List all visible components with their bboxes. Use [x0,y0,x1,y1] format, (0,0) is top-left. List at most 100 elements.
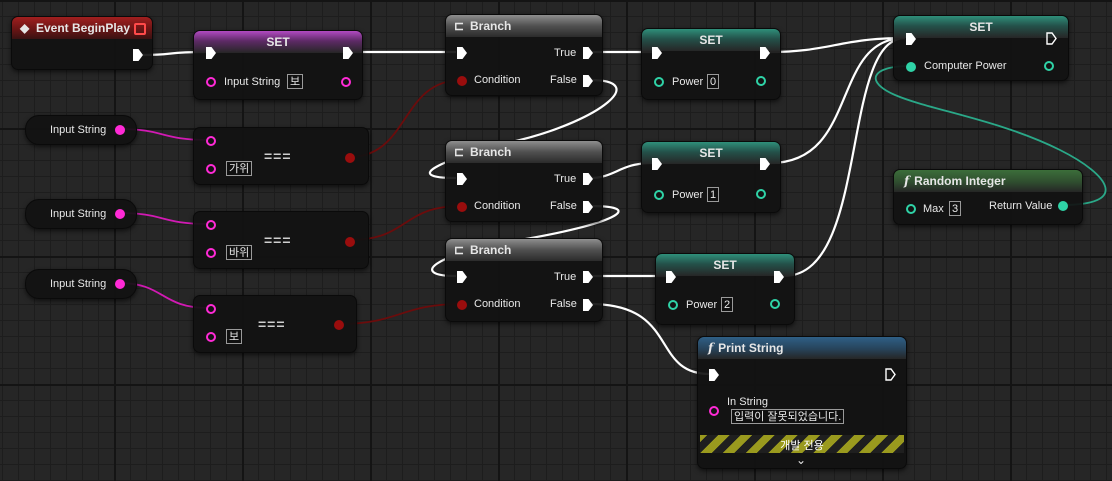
power-value-field[interactable]: 1 [707,187,720,202]
set-power-node[interactable]: SET Power 2 [655,253,795,325]
string-out-pin-icon[interactable] [341,77,351,87]
set-header: SET [894,16,1068,38]
branch-icon: ⊏ [454,145,465,159]
event-diamond-icon: ◆ [20,21,30,35]
int-in-pin-icon[interactable] [668,300,678,310]
string-in-pin-icon[interactable] [206,220,216,230]
string-in-pin-icon[interactable] [206,248,216,258]
print-string-node[interactable]: f Print String In String 입력이 잘못되었습니다. 개발 … [697,336,907,469]
int-out-pin-icon[interactable] [1044,61,1054,71]
function-header: f Random Integer [894,170,1082,192]
int-in-pin-icon[interactable] [654,77,664,87]
false-label: False [550,298,577,310]
event-beginplay-node[interactable]: ◆ Event BeginPlay [11,16,153,70]
exec-wire [769,36,906,165]
in-string-field[interactable]: 입력이 잘못되었습니다. [731,409,845,424]
int-out-pin-icon[interactable] [770,299,780,309]
string-in-pin-icon[interactable] [206,304,216,314]
function-header: f Print String [698,337,906,359]
int-out-pin-icon[interactable] [756,76,766,86]
event-header: ◆ Event BeginPlay [12,17,152,39]
set-power-node[interactable]: SET Power 0 [641,28,781,100]
exec-out-pin-icon[interactable] [133,49,143,61]
condition-pin-icon[interactable] [457,300,467,310]
int-in-pin-icon[interactable] [654,190,664,200]
function-icon: f [708,341,714,355]
bool-out-pin-icon[interactable] [345,153,355,163]
compare-value-field[interactable]: 가위 [226,161,253,176]
expand-chevron-icon[interactable]: ⌄ [796,453,806,467]
branch-icon: ⊏ [454,19,465,33]
random-integer-node[interactable]: f Random Integer Max 3 Return Value [893,169,1083,225]
exec-false-pin-icon[interactable] [583,75,593,87]
branch-node[interactable]: ⊏ Branch True Condition False [445,238,603,322]
branch-icon: ⊏ [454,243,465,257]
exec-true-pin-icon[interactable] [583,271,593,283]
getter-label: Input String [50,208,107,220]
exec-in-pin-icon[interactable] [457,47,467,59]
condition-label: Condition [474,200,521,212]
bool-out-pin-icon[interactable] [334,320,344,330]
string-out-pin-icon[interactable] [115,279,125,289]
power-value-field[interactable]: 0 [707,74,720,89]
compare-operator: === [264,232,292,248]
exec-in-pin-icon[interactable] [457,173,467,185]
branch-header: ⊏ Branch [446,15,602,37]
condition-pin-icon[interactable] [457,76,467,86]
power-label: Power [672,189,704,201]
exec-out-pin-icon[interactable] [1046,32,1057,45]
compare-value-field[interactable]: 보 [226,329,243,344]
power-value-field[interactable]: 2 [721,297,734,312]
exec-true-pin-icon[interactable] [583,173,593,185]
string-in-pin-icon[interactable] [206,136,216,146]
set-header: SET [194,31,362,53]
in-string-label: In String [727,396,768,408]
true-label: True [554,47,577,59]
int-out-pin-icon[interactable] [1058,201,1068,211]
set-computer-power-node[interactable]: SET Computer Power [893,15,1069,81]
power-label: Power [672,76,704,88]
string-in-pin-icon[interactable] [206,164,216,174]
set-power-node[interactable]: SET Power 1 [641,141,781,213]
return-value-label: Return Value [989,200,1053,212]
exec-in-pin-icon[interactable] [457,271,467,283]
branch-node[interactable]: ⊏ Branch True Condition False [445,14,603,96]
int-out-pin-icon[interactable] [756,189,766,199]
exec-true-pin-icon[interactable] [583,47,593,59]
compare-node[interactable]: 가위 === [193,127,369,185]
set-header: SET [656,254,794,276]
false-label: False [550,74,577,86]
var-value-field[interactable]: 보 [287,74,304,89]
set-input-string-node[interactable]: SET Input String 보 [193,30,363,100]
max-value-field[interactable]: 3 [949,201,962,216]
string-in-pin-icon[interactable] [206,332,216,342]
delegate-pin-icon[interactable] [134,23,146,35]
input-string-getter[interactable]: Input String [25,269,137,299]
string-in-pin-icon[interactable] [709,406,719,416]
input-string-getter[interactable]: Input String [25,199,137,229]
development-only-banner: 개발 전용 [700,435,904,453]
max-label: Max [923,203,944,215]
int-in-pin-icon[interactable] [906,204,916,214]
exec-false-pin-icon[interactable] [583,201,593,213]
string-out-pin-icon[interactable] [115,209,125,219]
int-in-pin-icon[interactable] [906,62,916,72]
input-string-getter[interactable]: Input String [25,115,137,145]
getter-label: Input String [50,124,107,136]
bool-out-pin-icon[interactable] [345,237,355,247]
compare-node[interactable]: 바위 === [193,211,369,269]
compare-operator: === [258,316,286,332]
exec-false-pin-icon[interactable] [583,299,593,311]
string-out-pin-icon[interactable] [115,125,125,135]
branch-node[interactable]: ⊏ Branch True Condition False [445,140,603,222]
condition-label: Condition [474,298,521,310]
exec-in-pin-icon[interactable] [709,369,719,381]
string-in-pin-icon[interactable] [206,77,216,87]
branch-title: Branch [470,145,512,159]
compare-node[interactable]: 보 === [193,295,357,353]
compare-value-field[interactable]: 바위 [226,245,253,260]
condition-pin-icon[interactable] [457,202,467,212]
branch-header: ⊏ Branch [446,141,602,163]
branch-title: Branch [470,243,512,257]
exec-out-pin-icon[interactable] [885,368,896,381]
